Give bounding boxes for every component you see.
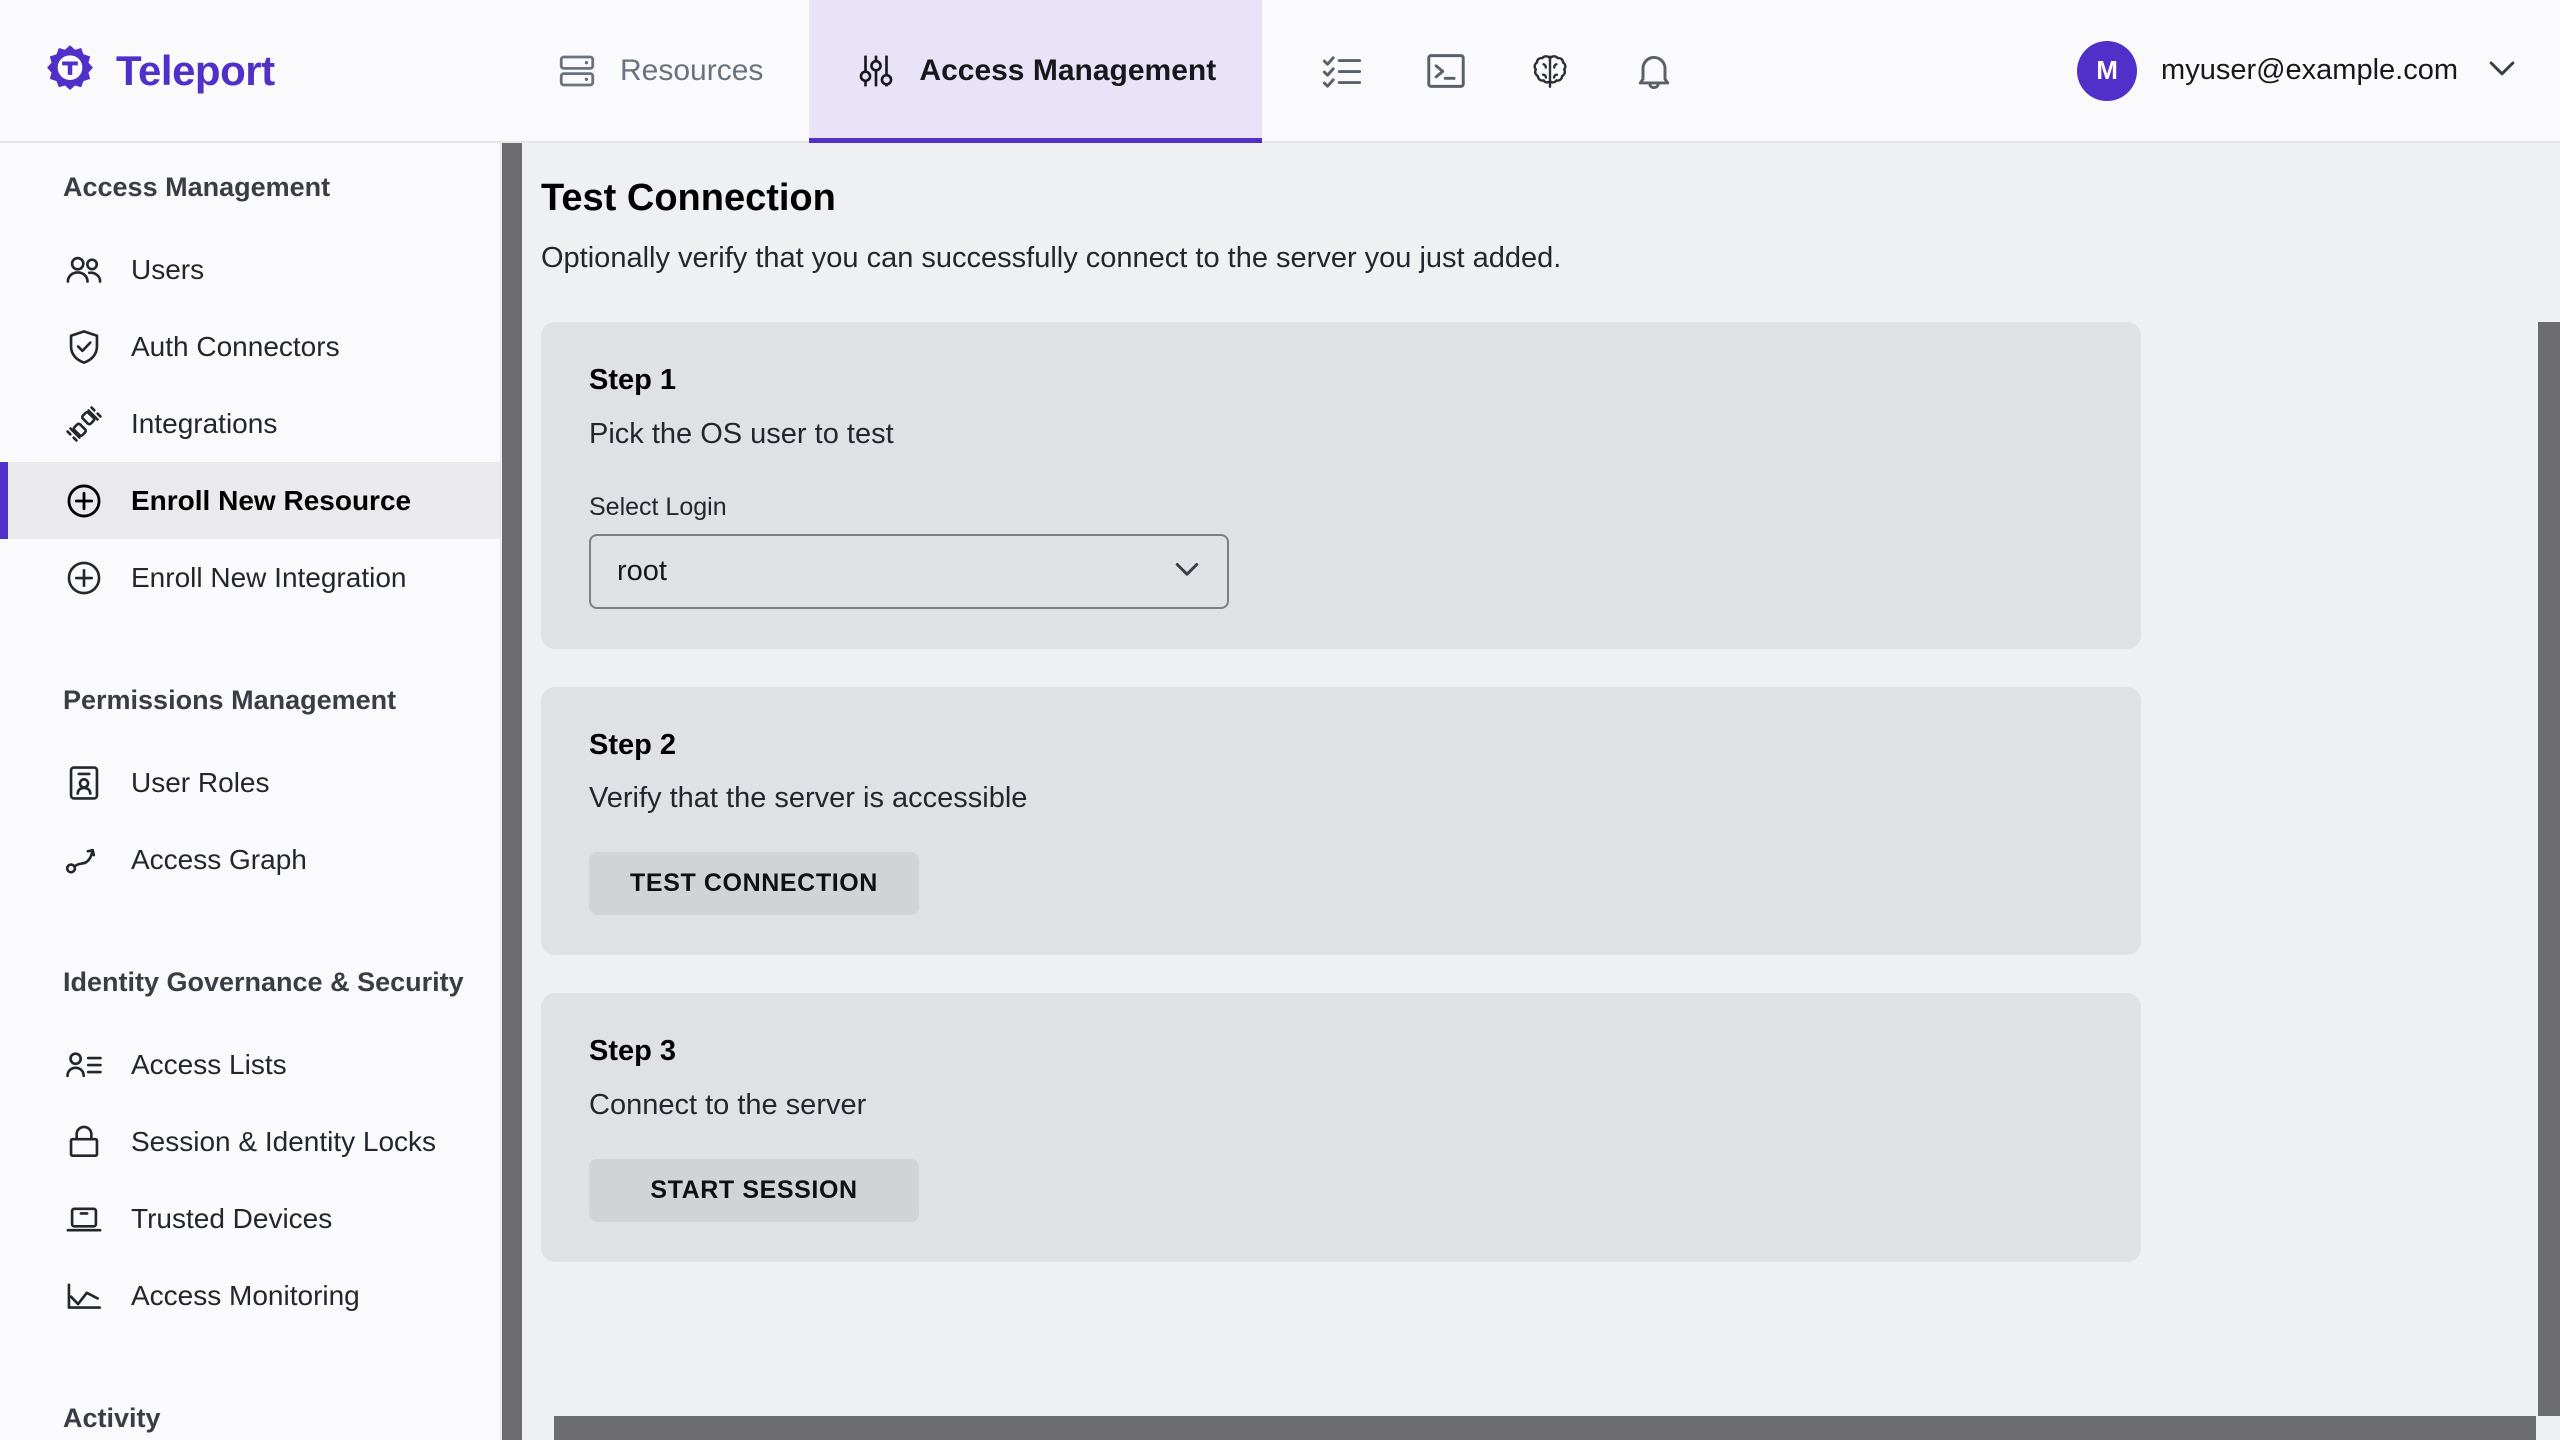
sidebar-item-trusted-devices-label: Trusted Devices: [131, 1202, 333, 1234]
chevron-down-icon: [1169, 551, 1205, 592]
sidebar-item-integrations[interactable]: Integrations: [0, 385, 507, 462]
sidebar-item-enroll-new-integration-label: Enroll New Integration: [131, 561, 407, 593]
step-1-card: Step 1 Pick the OS user to test Select L…: [541, 322, 2141, 649]
sidebar-item-users-label: Users: [131, 253, 205, 285]
id-badge-icon: [63, 762, 105, 804]
select-login-dropdown[interactable]: root: [589, 533, 1229, 609]
plus-circle-icon: [63, 557, 105, 599]
main-horizontal-scrollbar-thumb[interactable]: [554, 1416, 2536, 1440]
page-title: Test Connection: [541, 177, 836, 219]
chevron-down-icon: [2482, 48, 2522, 93]
main-content: Test Connection Optionally verify that y…: [524, 143, 2560, 1440]
sidebar-item-users[interactable]: Users: [0, 231, 507, 308]
app-root: Teleport Resources Access Management M m…: [0, 0, 2560, 1440]
primary-tabs: Resources Access Management: [510, 0, 1263, 143]
sidebar-section-activity: Activity: [63, 1402, 161, 1433]
page-subtitle: Optionally verify that you can successfu…: [541, 241, 1562, 274]
sidebar-item-auth-connectors[interactable]: Auth Connectors: [0, 308, 507, 385]
step-3-description: Connect to the server: [589, 1088, 867, 1121]
tab-resources-label: Resources: [620, 53, 764, 87]
sidebar-section-permissions-management: Permissions Management: [63, 684, 397, 715]
brain-icon: [1528, 49, 1572, 93]
sidebar-item-enroll-new-resource[interactable]: Enroll New Resource: [0, 462, 507, 539]
step-1-title: Step 1: [589, 364, 677, 397]
sidebar-item-session-identity-locks-label: Session & Identity Locks: [131, 1125, 437, 1157]
step-2-description: Verify that the server is accessible: [589, 782, 1028, 815]
step-1-description: Pick the OS user to test: [589, 417, 894, 450]
teleport-gear-logo-icon: [42, 43, 98, 99]
sidebar-section-identity-governance: Identity Governance & Security: [63, 966, 464, 997]
tab-access-management[interactable]: Access Management: [809, 0, 1263, 143]
select-login-label: Select Login: [589, 492, 727, 521]
sidebar-section-access-management: Access Management: [63, 171, 331, 202]
step-2-card: Step 2 Verify that the server is accessi…: [541, 686, 2141, 956]
sidebar-item-access-lists[interactable]: Access Lists: [0, 1026, 507, 1103]
main-vertical-scrollbar-thumb[interactable]: [2538, 322, 2560, 1440]
shield-check-icon: [63, 326, 105, 368]
terminal-icon: [1424, 49, 1468, 93]
terminal-button[interactable]: [1394, 0, 1498, 142]
sidebar-item-access-monitoring[interactable]: Access Monitoring: [0, 1257, 507, 1334]
person-list-icon: [63, 1044, 105, 1086]
sliders-icon: [855, 50, 897, 92]
sidebar-item-session-identity-locks[interactable]: Session & Identity Locks: [0, 1103, 507, 1180]
sidebar-item-user-roles-label: User Roles: [131, 766, 270, 798]
sidebar-item-trusted-devices[interactable]: Trusted Devices: [0, 1180, 507, 1257]
server-rack-icon: [556, 50, 598, 92]
select-login-value: root: [617, 554, 667, 587]
sidebar-item-access-graph[interactable]: Access Graph: [0, 821, 507, 898]
sidebar-item-access-monitoring-label: Access Monitoring: [131, 1279, 360, 1311]
chart-line-icon: [63, 1275, 105, 1317]
plus-circle-icon: [63, 480, 105, 522]
lock-icon: [63, 1121, 105, 1163]
user-email: myuser@example.com: [2161, 54, 2458, 86]
plug-icon: [63, 403, 105, 445]
tab-access-management-label: Access Management: [919, 53, 1217, 87]
notifications-button[interactable]: [1602, 0, 1706, 142]
step-3-title: Step 3: [589, 1035, 677, 1068]
graph-nodes-icon: [63, 839, 105, 881]
checklist-button[interactable]: [1290, 0, 1394, 142]
sidebar-item-auth-connectors-label: Auth Connectors: [131, 330, 340, 362]
tab-resources[interactable]: Resources: [510, 0, 809, 141]
checklist-icon: [1320, 49, 1364, 93]
top-navigation-bar: Teleport Resources Access Management M m…: [0, 0, 2560, 143]
sidebar-item-integrations-label: Integrations: [131, 407, 278, 439]
sidebar-item-access-graph-label: Access Graph: [131, 843, 307, 875]
laptop-icon: [63, 1198, 105, 1240]
avatar: M: [2077, 40, 2138, 101]
toolbar-icons: [1262, 0, 2077, 141]
sidebar-item-user-roles[interactable]: User Roles: [0, 744, 507, 821]
step-3-card: Step 3 Connect to the server START SESSI…: [541, 993, 2141, 1262]
assist-button[interactable]: [1498, 0, 1602, 142]
brand-name: Teleport: [116, 46, 275, 94]
sidebar-scrollbar-thumb[interactable]: [502, 143, 522, 1440]
sidebar-navigation: Access Management Users Auth Connectors …: [0, 143, 507, 1440]
users-icon: [63, 249, 105, 291]
step-2-title: Step 2: [589, 728, 677, 761]
sidebar-item-access-lists-label: Access Lists: [131, 1048, 287, 1080]
start-session-button[interactable]: START SESSION: [589, 1158, 919, 1222]
brand-logo-link[interactable]: Teleport: [0, 0, 510, 141]
sidebar-item-enroll-new-resource-label: Enroll New Resource: [131, 484, 412, 516]
sidebar-item-enroll-new-integration[interactable]: Enroll New Integration: [0, 539, 507, 616]
user-menu[interactable]: M myuser@example.com: [2077, 0, 2560, 141]
test-connection-button[interactable]: TEST CONNECTION: [589, 852, 919, 916]
bell-icon: [1632, 49, 1676, 93]
